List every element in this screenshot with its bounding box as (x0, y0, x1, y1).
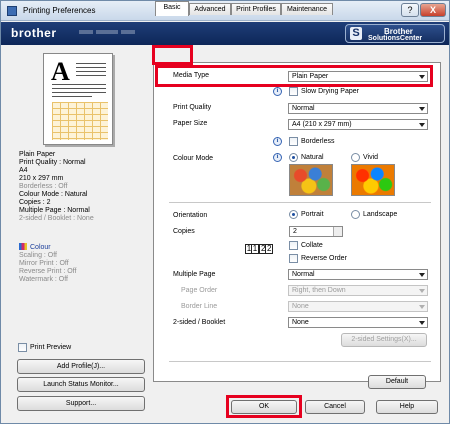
info-icon[interactable]: i (273, 153, 282, 162)
colour-icon (19, 243, 27, 250)
natural-label: Natural (301, 154, 324, 161)
slow-drying-label: Slow Drying Paper (301, 88, 359, 95)
cancel-button[interactable]: Cancel (305, 400, 365, 414)
solutions-center-line2: SolutionsCenter (368, 35, 423, 42)
vivid-radio[interactable] (351, 153, 360, 162)
border-line-label: Border Line (181, 303, 218, 310)
page-order-select[interactable]: Right, then Down (288, 285, 428, 296)
tab-print-profiles[interactable]: Print Profiles (231, 3, 281, 15)
solutions-center-button[interactable]: S Brother SolutionsCenter (345, 24, 445, 43)
collate-icon: 11 22 (245, 244, 274, 254)
summary-reverse: Reverse Print : Off (19, 268, 77, 275)
solutions-center-icon: S (350, 27, 362, 40)
close-button[interactable]: X (420, 3, 446, 17)
summary-dims: 210 x 297 mm (19, 175, 64, 182)
ok-button[interactable]: OK (231, 400, 297, 414)
borderless-label: Borderless (301, 138, 335, 145)
landscape-label: Landscape (363, 211, 398, 218)
spin-down-arrow[interactable] (333, 231, 342, 236)
copies-spinner[interactable]: 2 (289, 226, 343, 237)
summary-colour-mode: Colour Mode : Natural (19, 191, 88, 198)
tab-basic[interactable]: Basic (155, 1, 189, 16)
border-line-value: None (292, 303, 309, 310)
printing-preferences-window: Printing Preferences ? X brother S Broth… (0, 0, 450, 424)
borderless-checkbox[interactable] (289, 137, 298, 146)
print-preview-checkbox[interactable] (18, 343, 27, 352)
multiple-page-label: Multiple Page (173, 271, 216, 278)
summary-size: A4 (19, 167, 28, 174)
brand-banner: brother S Brother SolutionsCenter (1, 22, 449, 45)
twosided-value: None (292, 319, 309, 326)
page-order-label: Page Order (181, 287, 218, 294)
natural-radio[interactable] (289, 153, 298, 162)
landscape-radio[interactable] (351, 210, 360, 219)
twosided-label: 2-sided / Booklet (173, 319, 226, 326)
window-title: Printing Preferences (23, 6, 96, 15)
preview-letter: A (51, 57, 70, 86)
model-name-redacted (79, 29, 139, 37)
summary-borderless: Borderless : Off (19, 183, 68, 190)
print-quality-label: Print Quality (173, 104, 212, 111)
brother-logo: brother (11, 26, 57, 40)
default-button[interactable]: Default (368, 375, 426, 389)
media-type-select[interactable]: Plain Paper (288, 71, 428, 82)
support-button[interactable]: Support... (17, 396, 145, 411)
summary-multipage: Multiple Page : Normal (19, 207, 90, 214)
portrait-radio[interactable] (289, 210, 298, 219)
help-button[interactable]: Help (376, 400, 438, 414)
page-preview: A (43, 53, 113, 145)
summary-colour: Colour (30, 244, 51, 251)
info-icon[interactable]: i (273, 137, 282, 146)
colour-summary: Colour Scaling : Off Mirror Print : Off … (19, 243, 149, 284)
launch-status-monitor-button[interactable]: Launch Status Monitor... (17, 377, 145, 392)
summary-twosided: 2-sided / Booklet : None (19, 215, 94, 222)
summary-quality: Print Quality : Normal (19, 159, 86, 166)
natural-sample-image (289, 164, 333, 196)
tab-maintenance[interactable]: Maintenance (281, 3, 333, 15)
summary-media: Plain Paper (19, 151, 56, 158)
printer-icon (7, 6, 17, 16)
tab-advanced[interactable]: Advanced (189, 3, 231, 15)
reverse-order-label: Reverse Order (301, 255, 347, 262)
slow-drying-checkbox[interactable] (289, 87, 298, 96)
paper-size-label: Paper Size (173, 120, 208, 127)
multiple-page-select[interactable]: Normal (288, 269, 428, 280)
media-type-value: Plain Paper (292, 73, 329, 80)
summary-scaling: Scaling : Off (19, 252, 58, 259)
print-preview-label: Print Preview (30, 344, 72, 351)
page-order-value: Right, then Down (292, 287, 346, 294)
copies-value: 2 (293, 228, 297, 235)
twosided-settings-button[interactable]: 2-sided Settings(X)... (341, 333, 427, 347)
title-help-button[interactable]: ? (401, 3, 419, 17)
print-quality-select[interactable]: Normal (288, 103, 428, 114)
paper-size-value: A4 (210 x 297 mm) (292, 121, 352, 128)
info-icon[interactable]: i (273, 87, 282, 96)
border-line-select[interactable]: None (288, 301, 428, 312)
multiple-page-value: Normal (292, 271, 315, 278)
reverse-order-checkbox[interactable] (289, 254, 298, 263)
colour-mode-label: Colour Mode (173, 155, 214, 162)
preview-table (52, 102, 108, 140)
settings-summary: Plain Paper Print Quality : Normal A4 21… (19, 151, 149, 223)
twosided-select[interactable]: None (288, 317, 428, 328)
vivid-label: Vivid (363, 154, 379, 161)
orientation-label: Orientation (173, 212, 208, 219)
collate-checkbox[interactable] (289, 241, 298, 250)
print-quality-value: Normal (292, 105, 315, 112)
paper-size-select[interactable]: A4 (210 x 297 mm) (288, 119, 428, 130)
collate-label: Collate (301, 242, 323, 249)
summary-watermark: Watermark : Off (19, 276, 69, 283)
summary-mirror: Mirror Print : Off (19, 260, 69, 267)
add-profile-button[interactable]: Add Profile(J)... (17, 359, 145, 374)
vivid-sample-image (351, 164, 395, 196)
media-type-label: Media Type (173, 72, 210, 79)
summary-copies: Copies : 2 (19, 199, 51, 206)
copies-label: Copies (173, 228, 195, 235)
portrait-label: Portrait (301, 211, 324, 218)
